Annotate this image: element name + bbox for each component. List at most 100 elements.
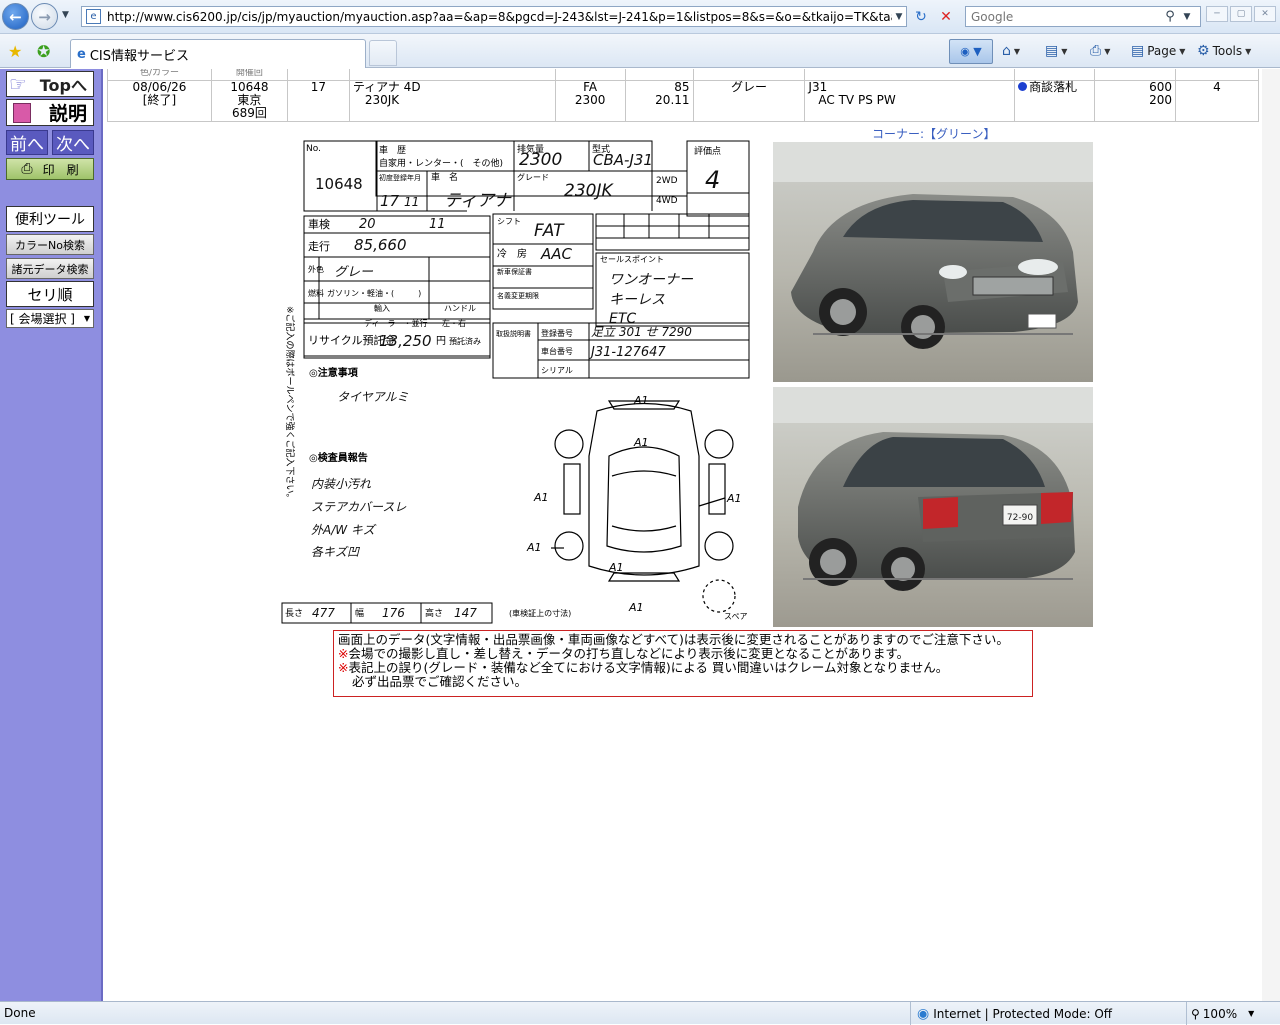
label-length: 長さ <box>285 608 303 619</box>
inspector-note-4: 各キズ凹 <box>311 545 361 559</box>
vertical-scrollbar[interactable] <box>1262 69 1280 1001</box>
label-serial: シリアル <box>541 366 573 375</box>
print-label: 印 刷 <box>42 162 79 177</box>
rss-icon: ▤ <box>1045 43 1059 59</box>
sheet-color: グレー <box>334 265 374 280</box>
label-first-reg: 初度登録年月 <box>379 173 421 182</box>
mileage-lower: 20.11 <box>655 93 690 107</box>
page-menu-label: Page <box>1147 44 1177 58</box>
rss-button[interactable]: ▤ ▼ <box>1045 43 1067 59</box>
sheet-aircon: AAC <box>540 245 573 263</box>
page-menu-icon: ▤ <box>1131 43 1145 59</box>
label-rental: 自家用・レンター・( その他) <box>379 157 503 169</box>
url-text[interactable]: http://www.cis6200.jp/cis/jp/myauction/m… <box>107 10 892 24</box>
sheet-inspection-month: 11 <box>429 217 446 232</box>
label-inspector-title: ◎検査員報告 <box>309 451 368 464</box>
label-regdate: 登録番号 <box>541 328 573 338</box>
printer-icon: ⎙ <box>21 161 33 177</box>
status-text: Done <box>4 1006 36 1020</box>
label-fuel: 燃料 <box>308 288 324 298</box>
page-icon: e <box>86 9 101 24</box>
inspector-note-2: ステアカバースレ <box>311 500 406 514</box>
top-button[interactable]: ☞ Topへ <box>6 71 94 97</box>
vehicle-photo-rear[interactable]: 72-90 <box>773 387 1093 627</box>
back-button[interactable]: ← <box>2 3 29 30</box>
stop-button[interactable]: ✕ <box>934 6 958 27</box>
feed-button[interactable]: ◉ ▼ <box>949 39 993 64</box>
page-viewport: ☞ Topへ 説明 前へ 次へ ⎙ 印 刷 便利ツール カラーNo検索 諸元デー… <box>0 69 1280 1001</box>
label-gasoline: ガソリン・軽油・( ) <box>327 288 421 298</box>
svg-text:4WD: 4WD <box>656 196 678 206</box>
top-button-label: Topへ <box>39 76 87 95</box>
car-damage-diagram <box>551 400 736 613</box>
venue-select[interactable]: [ 会場選択 ] ▼ <box>6 309 94 328</box>
sheet-length: 477 <box>312 606 335 620</box>
damage-code-4: A1 <box>526 541 542 554</box>
globe-icon: ◉ <box>917 1005 930 1022</box>
auction-sheet-image[interactable]: No. 車 歴 自家用・レンター・( その他) 排気量 型式 評価点 初度登録年… <box>279 126 755 626</box>
notice-mark-1: ※ <box>338 646 349 661</box>
book-icon <box>13 103 31 123</box>
spec-search-button[interactable]: 諸元データ検索 <box>6 258 94 279</box>
sheet-shift: FAT <box>534 221 565 241</box>
home-icon: ⌂ <box>1002 43 1011 59</box>
tools-menu[interactable]: ⚙ Tools ▼ <box>1197 43 1251 59</box>
front-photo-svg <box>773 142 1093 382</box>
label-import: 輸入 <box>374 303 390 313</box>
table-row[interactable]: 08/06/26 [終了] 10648 東京 689回 17 ティアナ 4D 230JK… <box>107 80 1259 122</box>
close-icon[interactable]: ✕ <box>1254 6 1276 22</box>
result-table: 色/カラー 開催回 08/06/26 [終了] 10648 東京 689回 17 ティ… <box>107 69 1259 122</box>
tools-heading: 便利ツール <box>6 206 94 232</box>
label-inspection: 車検 <box>308 217 330 231</box>
browser-tab[interactable]: e CIS情報サービス <box>70 39 366 68</box>
vehicle-photo-front[interactable] <box>773 142 1093 382</box>
options: AC TV PS PW <box>818 93 896 107</box>
zoom-control[interactable]: ⚲ 100% ▼ <box>1186 1002 1280 1025</box>
notice-line-2: 会場での撮影し直し・差し替え・データの打ち直しなどにより表示後に変更となることが… <box>348 646 910 661</box>
damage-code-1: A1 <box>633 394 649 407</box>
color-search-button[interactable]: カラーNo検索 <box>6 234 94 255</box>
label-deposit: 預託済み <box>449 336 481 346</box>
print-page-button[interactable]: ⎙ 印 刷 <box>6 158 94 180</box>
zoom-icon: ⚲ <box>1191 1006 1200 1021</box>
label-spare: スペア <box>724 612 747 621</box>
sheet-note-1: タイヤアルミ <box>337 390 409 404</box>
url-dropdown-icon[interactable]: ▼ <box>892 12 906 22</box>
maximize-icon[interactable]: ▢ <box>1230 6 1252 22</box>
next-button[interactable]: 次へ <box>52 130 94 155</box>
label-dealer: ディーラー・並行 <box>364 318 427 328</box>
help-button-label: 説明 <box>48 103 87 125</box>
label-sales-point: セールスポイント <box>600 255 664 264</box>
score: 4 <box>1213 80 1221 94</box>
search-box[interactable]: ⚲ ▼ <box>965 6 1201 27</box>
refresh-button[interactable]: ↻ <box>909 6 933 27</box>
result-dot-icon <box>1018 82 1028 91</box>
rear-plate-text: 72-90 <box>1007 513 1033 523</box>
print-button[interactable]: ⎙ ▼ <box>1090 43 1110 59</box>
search-input[interactable] <box>966 7 1161 26</box>
header-color-label: 色/カラー <box>139 69 179 78</box>
status-bar: Done ◉ Internet | Protected Mode: Off ⚲ … <box>0 1001 1280 1025</box>
feed-icon: ◉ <box>960 45 970 58</box>
prev-button[interactable]: 前へ <box>6 130 48 155</box>
ie-page-icon: e <box>77 46 86 62</box>
search-dropdown-icon[interactable]: ▼ <box>1179 12 1195 22</box>
label-grade: グレード <box>517 172 549 182</box>
venue-select-label: [ 会場選択 ] <box>10 312 75 326</box>
security-zone[interactable]: ◉ Internet | Protected Mode: Off <box>910 1002 1180 1025</box>
favorites-star-icon[interactable]: ★ <box>8 42 22 61</box>
url-field[interactable]: e http://www.cis6200.jp/cis/jp/myauction… <box>81 6 907 27</box>
search-icon[interactable]: ⚲ <box>1161 9 1179 24</box>
minimize-icon[interactable]: ─ <box>1206 6 1228 22</box>
add-favorites-icon[interactable]: ✪ <box>37 42 50 61</box>
forward-button[interactable]: → <box>31 3 58 30</box>
help-button[interactable]: 説明 <box>6 99 94 126</box>
refresh-icon: ↻ <box>915 8 927 25</box>
page-menu[interactable]: ▤ Page ▼ <box>1131 43 1185 59</box>
seri-order-button[interactable]: セリ順 <box>6 281 94 307</box>
notice-box: 画面上のデータ(文字情報・出品票画像・車両画像などすべて)は表示後に変更されるこ… <box>333 630 1033 697</box>
displacement: 2300 <box>574 93 606 107</box>
history-dropdown-icon[interactable]: ▼ <box>62 10 69 20</box>
home-button[interactable]: ⌂ ▼ <box>1002 43 1020 59</box>
new-tab-button[interactable] <box>369 40 397 66</box>
